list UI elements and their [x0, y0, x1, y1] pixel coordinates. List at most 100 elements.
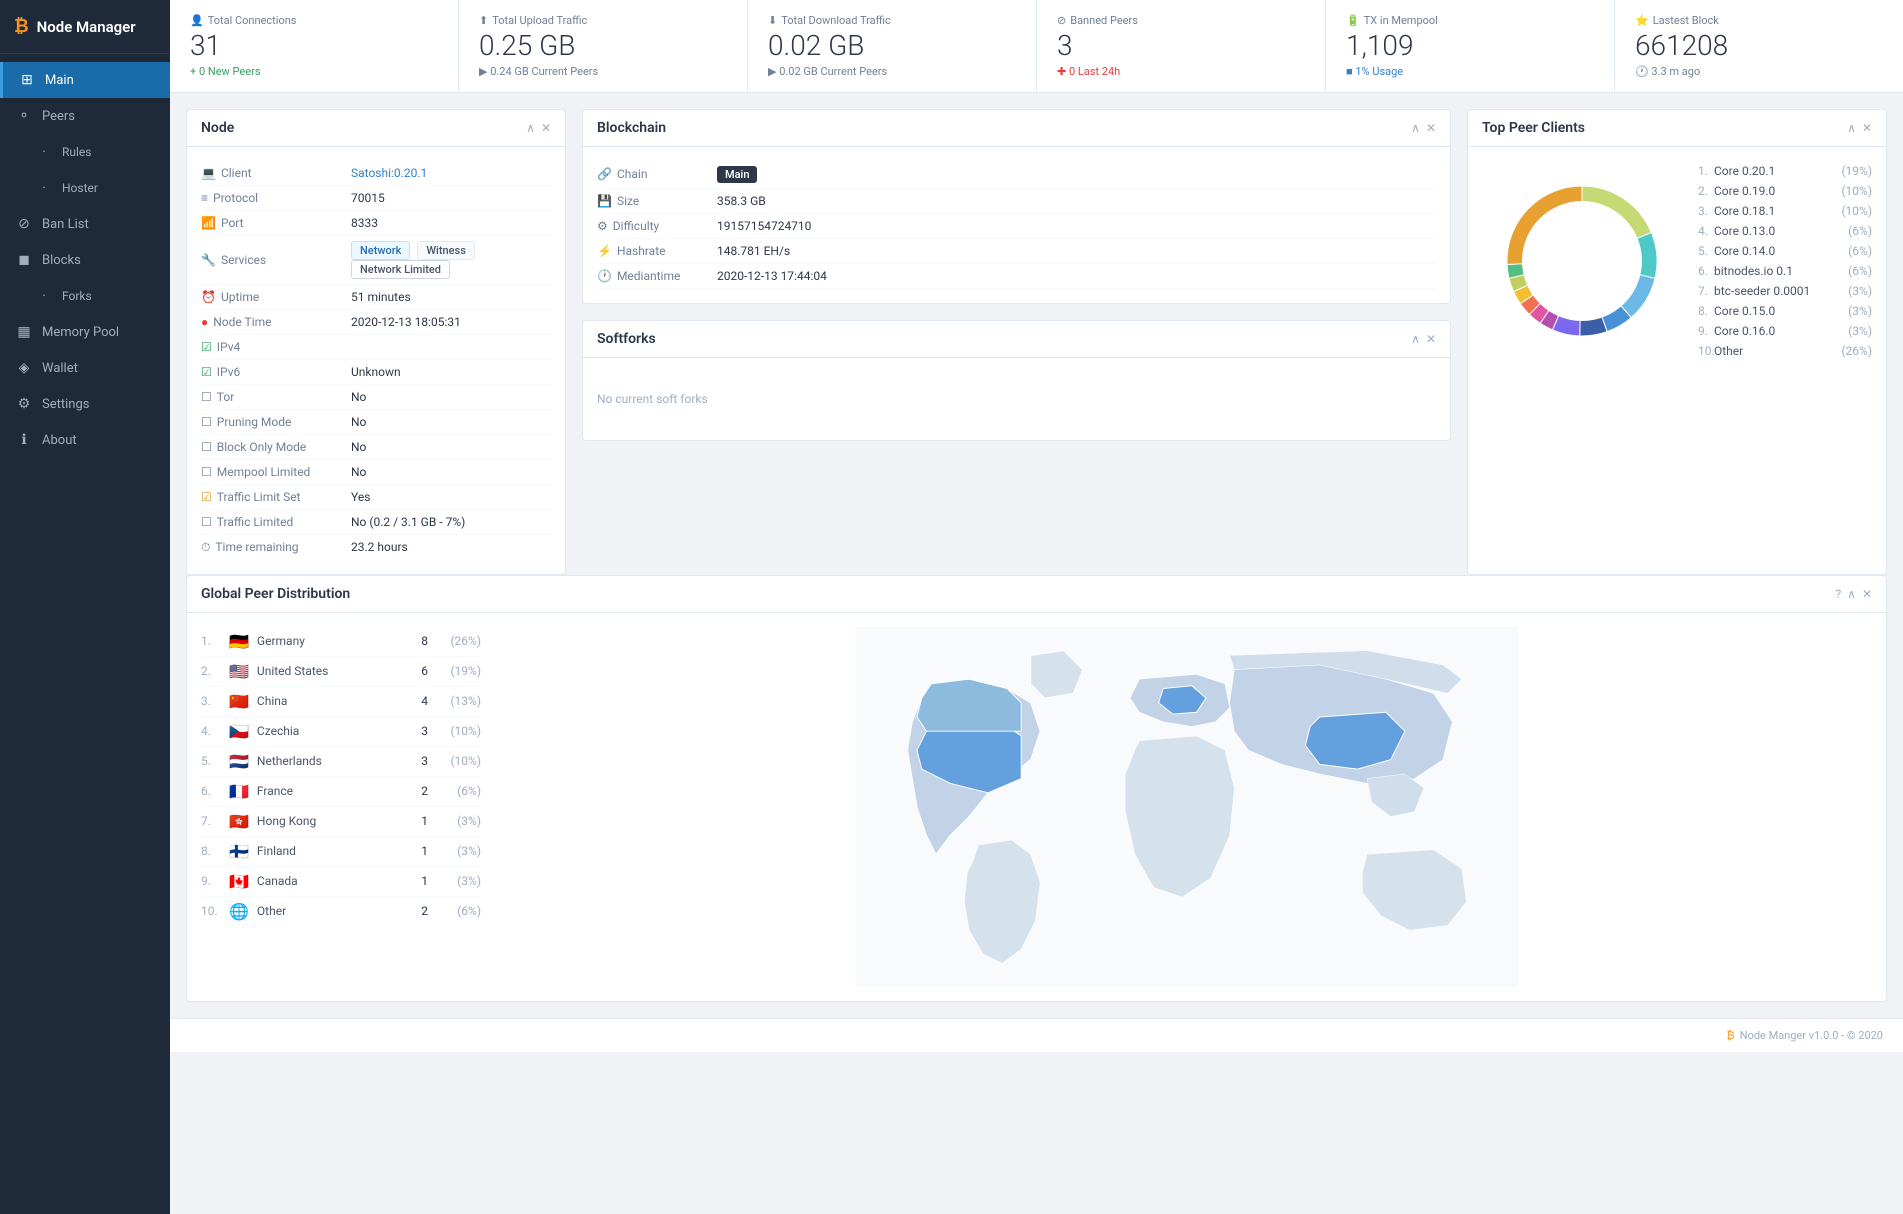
- stat-value-banned: 3: [1057, 31, 1305, 62]
- hoster-icon: ·: [36, 180, 52, 196]
- softforks-card: Softforks ∧ ✕ No current soft forks: [582, 320, 1451, 441]
- global-peer-header: Global Peer Distribution ? ∧ ✕: [187, 576, 1886, 613]
- top-peer-close-button[interactable]: ✕: [1862, 121, 1872, 135]
- nodetime-icon: ●: [201, 315, 208, 329]
- node-ipv4-row: ☑ IPv4: [201, 335, 551, 360]
- node-card-controls: ∧ ✕: [526, 121, 551, 135]
- peer-row-8: 8. Core 0.15.0 (3%): [1698, 301, 1872, 321]
- sidebar-item-hoster[interactable]: · Hoster: [0, 170, 170, 206]
- sidebar-item-settings[interactable]: ⚙ Settings: [0, 386, 170, 422]
- wallet-icon: ◈: [16, 360, 32, 376]
- world-map: [501, 627, 1872, 987]
- stat-sub-upload: ▶ 0.24 GB Current Peers: [479, 65, 727, 78]
- tor-icon: ☐: [201, 390, 212, 404]
- flag-fi: 🇫🇮: [229, 842, 249, 861]
- country-row-fi: 8. 🇫🇮 Finland 1 (3%): [201, 837, 481, 867]
- sidebar-label-rules: Rules: [62, 145, 91, 159]
- node-mempool-limited-value: No: [351, 465, 551, 479]
- sidebar-item-banlist[interactable]: ⊘ Ban List: [0, 206, 170, 242]
- blocks-icon: ◼: [16, 252, 32, 268]
- peer-row-6: 6. bitnodes.io 0.1 (6%): [1698, 261, 1872, 281]
- ipv4-icon: ☑: [201, 340, 212, 354]
- softforks-close-button[interactable]: ✕: [1426, 332, 1436, 346]
- sidebar-item-forks[interactable]: · Forks: [0, 278, 170, 314]
- sidebar-label-banlist: Ban List: [42, 217, 89, 232]
- app-logo: ₿ Node Manager: [0, 0, 170, 54]
- blockchain-collapse-button[interactable]: ∧: [1411, 121, 1420, 135]
- bc-size-row: 💾 Size 358.3 GB: [597, 189, 1436, 214]
- blockchain-card-body: 🔗 Chain Main 💾 Size 358.3 GB ⚙ Difficult…: [583, 147, 1450, 303]
- global-collapse-button[interactable]: ∧: [1847, 587, 1856, 601]
- node-close-button[interactable]: ✕: [541, 121, 551, 135]
- about-icon: ℹ: [16, 432, 32, 448]
- global-close-button[interactable]: ✕: [1862, 587, 1872, 601]
- sidebar-item-main[interactable]: ⊞ Main: [0, 62, 170, 98]
- stat-label-download: ⬇ Total Download Traffic: [768, 14, 1016, 27]
- stat-banned-peers: ⊘ Banned Peers 3 ✚ 0 Last 24h: [1037, 0, 1326, 92]
- sidebar-label-wallet: Wallet: [42, 361, 78, 376]
- footer-version: Node Manger v1.0.0 - © 2020: [1740, 1029, 1883, 1042]
- country-row-us: 2. 🇺🇸 United States 6 (19%): [201, 657, 481, 687]
- top-peer-clients-body: 1. Core 0.20.1 (19%) 2. Core 0.19.0 (10%…: [1468, 147, 1886, 375]
- country-list: 1. 🇩🇪 Germany 8 (26%) 2. 🇺🇸 United State…: [201, 627, 481, 987]
- sidebar-item-blocks[interactable]: ◼ Blocks: [0, 242, 170, 278]
- flag-cz: 🇨🇿: [229, 722, 249, 741]
- forks-icon: ·: [36, 288, 52, 304]
- bc-chain-value: Main: [717, 166, 1436, 183]
- ipv6-icon: ☑: [201, 365, 212, 379]
- node-card-title: Node: [201, 120, 234, 136]
- node-mempool-limited-row: ☐ Mempool Limited No: [201, 460, 551, 485]
- peer-row-2: 2. Core 0.19.0 (10%): [1698, 181, 1872, 201]
- bitcoin-icon: ₿: [14, 16, 29, 37]
- mempool-stat-icon: 🔋: [1346, 14, 1360, 27]
- sidebar-item-mempool[interactable]: ▦ Memory Pool: [0, 314, 170, 350]
- stat-label-banned: ⊘ Banned Peers: [1057, 14, 1305, 27]
- country-row-cn: 3. 🇨🇳 China 4 (13%): [201, 687, 481, 717]
- peer-row-10: 10. Other (26%): [1698, 341, 1872, 361]
- sidebar-item-about[interactable]: ℹ About: [0, 422, 170, 458]
- country-row-fr: 6. 🇫🇷 France 2 (6%): [201, 777, 481, 807]
- blockchain-card-header: Blockchain ∧ ✕: [583, 110, 1450, 147]
- node-protocol-value: 70015: [351, 191, 551, 205]
- top-peer-clients-card: Top Peer Clients ∧ ✕: [1467, 109, 1887, 575]
- top-peer-collapse-button[interactable]: ∧: [1847, 121, 1856, 135]
- peer-row-4: 4. Core 0.13.0 (6%): [1698, 221, 1872, 241]
- stat-label-upload: ⬆ Total Upload Traffic: [479, 14, 727, 27]
- sidebar-nav: ⊞ Main ⚬ Peers · Rules · Hoster ⊘ Ban Li…: [0, 54, 170, 458]
- bc-chain-row: 🔗 Chain Main: [597, 161, 1436, 189]
- peer-row-7: 7. btc-seeder 0.0001 (3%): [1698, 281, 1872, 301]
- stat-label-block: ⭐ Lastest Block: [1635, 14, 1883, 27]
- peer-chart-area: 1. Core 0.20.1 (19%) 2. Core 0.19.0 (10%…: [1482, 161, 1872, 361]
- node-collapse-button[interactable]: ∧: [526, 121, 535, 135]
- node-card: Node ∧ ✕ 💻 Client Satoshi:0.20.1 ≡ Proto…: [186, 109, 566, 575]
- node-pruning-value: No: [351, 415, 551, 429]
- sidebar-item-peers[interactable]: ⚬ Peers: [0, 98, 170, 134]
- port-icon: 📶: [201, 216, 216, 230]
- sidebar-item-wallet[interactable]: ◈ Wallet: [0, 350, 170, 386]
- softforks-collapse-button[interactable]: ∧: [1411, 332, 1420, 346]
- blockonly-icon: ☐: [201, 440, 212, 454]
- node-ipv6-value: Unknown: [351, 365, 551, 379]
- softforks-card-header: Softforks ∧ ✕: [583, 321, 1450, 358]
- node-blockonly-row: ☐ Block Only Mode No: [201, 435, 551, 460]
- stat-sub-block: 🕐 3.3 m ago: [1635, 65, 1883, 78]
- node-tor-value: No: [351, 390, 551, 404]
- blockchain-close-button[interactable]: ✕: [1426, 121, 1436, 135]
- global-help-button[interactable]: ?: [1835, 587, 1841, 601]
- ban-icon: ⊘: [16, 216, 32, 232]
- peers-icon: ⚬: [16, 108, 32, 124]
- sidebar-item-rules[interactable]: · Rules: [0, 134, 170, 170]
- blockchain-card-title: Blockchain: [597, 120, 666, 136]
- country-row-cz: 4. 🇨🇿 Czechia 3 (10%): [201, 717, 481, 747]
- sidebar-label-forks: Forks: [62, 289, 92, 303]
- flag-de: 🇩🇪: [229, 632, 249, 651]
- node-time-remaining-value: 23.2 hours: [351, 540, 551, 554]
- node-pruning-row: ☐ Pruning Mode No: [201, 410, 551, 435]
- stat-value-connections: 31: [190, 31, 438, 62]
- node-client-value: Satoshi:0.20.1: [351, 166, 551, 180]
- upload-icon: ⬆: [479, 14, 488, 27]
- sidebar-label-hoster: Hoster: [62, 181, 98, 195]
- softforks-card-body: No current soft forks: [583, 358, 1450, 440]
- node-ipv6-row: ☑ IPv6 Unknown: [201, 360, 551, 385]
- sidebar: ₿ Node Manager ⊞ Main ⚬ Peers · Rules · …: [0, 0, 170, 1214]
